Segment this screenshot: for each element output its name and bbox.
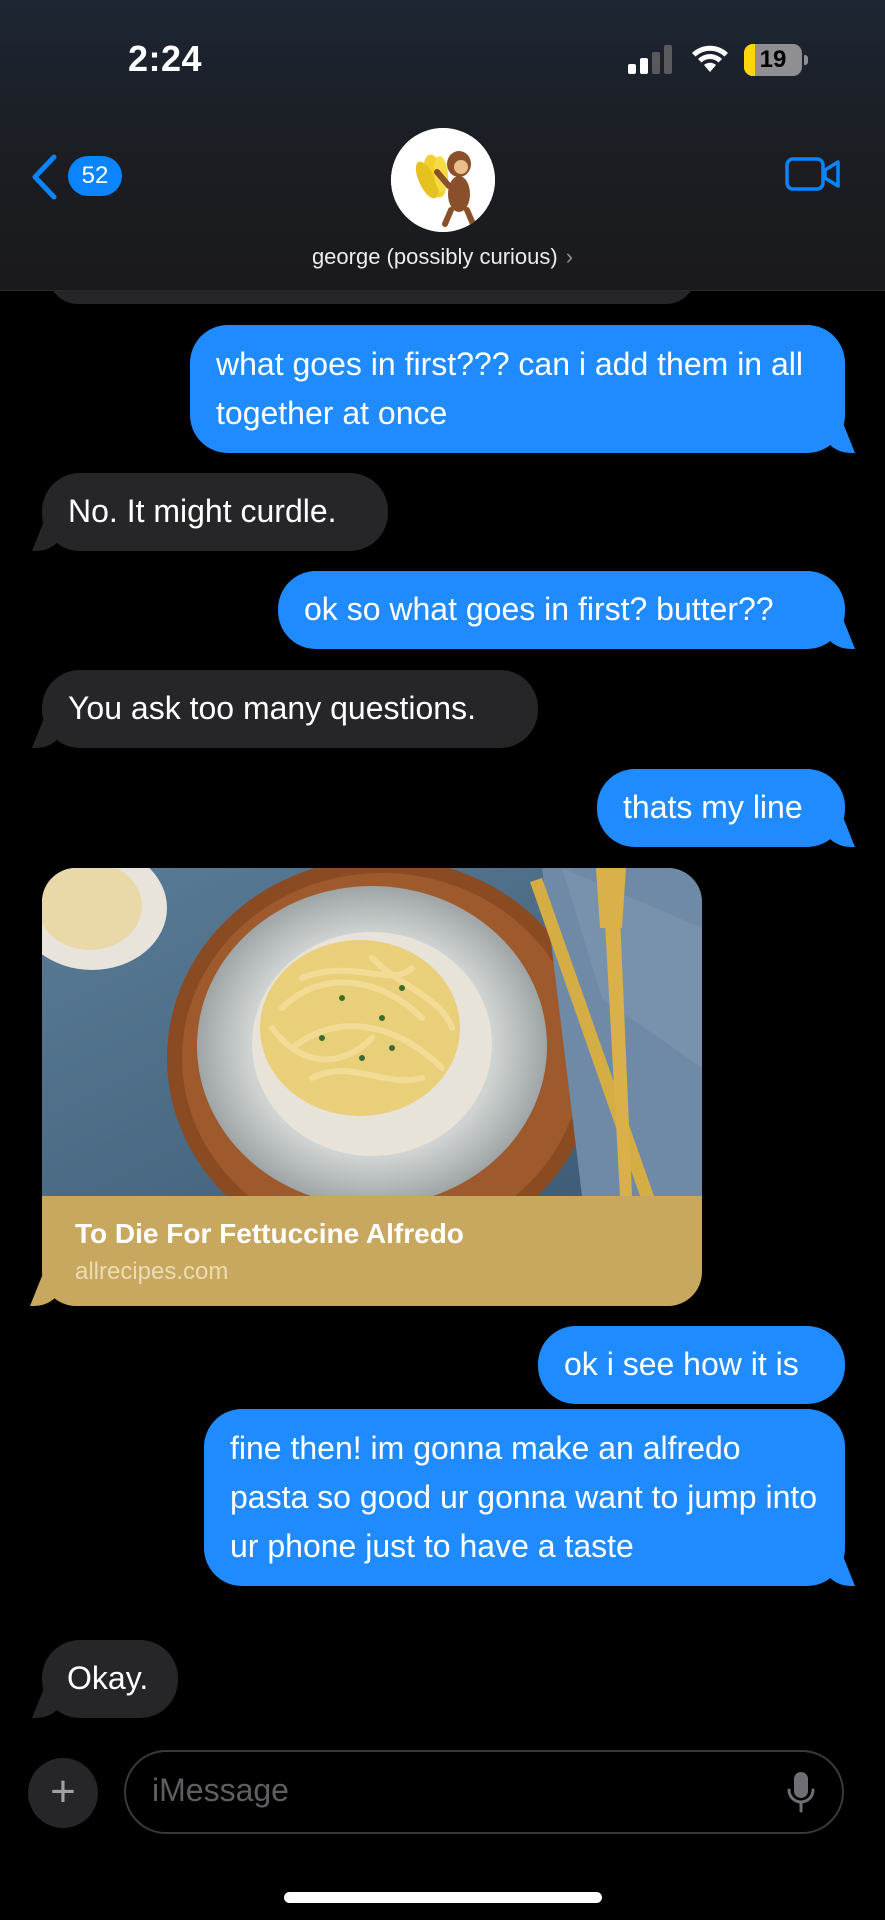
input-placeholder: iMessage bbox=[152, 1772, 289, 1808]
battery-percent: 19 bbox=[759, 46, 787, 73]
microphone-icon[interactable] bbox=[786, 1770, 816, 1814]
back-chevron-icon bbox=[32, 154, 57, 200]
battery-icon: 19 bbox=[744, 44, 808, 76]
outgoing-message[interactable]: ok i see how it is bbox=[538, 1326, 845, 1404]
message-text: Okay. bbox=[67, 1660, 149, 1696]
outgoing-message[interactable]: what goes in first??? can i add them in … bbox=[190, 325, 845, 453]
video-call-icon[interactable] bbox=[785, 154, 841, 194]
home-indicator[interactable] bbox=[284, 1892, 602, 1903]
message-text: fine then! im gonna make an alfredo past… bbox=[230, 1430, 818, 1564]
link-preview-footer: To Die For Fettuccine Alfredo allrecipes… bbox=[42, 1196, 702, 1306]
outgoing-message[interactable]: ok so what goes in first? butter?? bbox=[278, 571, 845, 649]
conversation-header: 2:24 19 52 george (possibly curious) › bbox=[0, 0, 885, 291]
contact-avatar[interactable] bbox=[391, 128, 495, 232]
status-time: 2:24 bbox=[128, 38, 203, 79]
imessage-input[interactable]: iMessage bbox=[124, 1750, 844, 1834]
message-text: ok i see how it is bbox=[564, 1346, 799, 1382]
monkey-avatar-icon bbox=[391, 128, 495, 232]
outgoing-message[interactable]: fine then! im gonna make an alfredo past… bbox=[204, 1409, 845, 1586]
unread-count-badge: 52 bbox=[68, 156, 122, 196]
incoming-message[interactable]: Okay. bbox=[42, 1640, 178, 1718]
message-text: You ask too many questions. bbox=[68, 690, 476, 726]
contact-name-text: george (possibly curious) bbox=[311, 244, 558, 269]
contact-name[interactable]: george (possibly curious) › bbox=[0, 244, 885, 270]
link-title: To Die For Fettuccine Alfredo bbox=[75, 1218, 464, 1249]
fettuccine-alfredo-image bbox=[42, 868, 702, 1196]
message-text: No. It might curdle. bbox=[68, 493, 337, 529]
chevron-right-icon: › bbox=[565, 244, 574, 269]
message-text: thats my line bbox=[623, 789, 803, 825]
link-preview[interactable]: To Die For Fettuccine Alfredo allrecipes… bbox=[42, 868, 702, 1306]
link-domain: allrecipes.com bbox=[75, 1258, 229, 1285]
message-text: ok so what goes in first? butter?? bbox=[304, 591, 774, 627]
incoming-message[interactable]: You ask too many questions. bbox=[42, 670, 538, 748]
back-button[interactable]: 52 bbox=[30, 152, 130, 202]
apps-plus-button[interactable]: + bbox=[28, 1758, 98, 1828]
plus-icon: + bbox=[50, 1767, 76, 1816]
outgoing-message[interactable]: thats my line bbox=[597, 769, 845, 847]
signal-icon bbox=[628, 45, 672, 74]
wifi-icon bbox=[692, 45, 728, 72]
message-text: what goes in first??? can i add them in … bbox=[216, 346, 803, 431]
incoming-message[interactable]: No. It might curdle. bbox=[42, 473, 388, 551]
